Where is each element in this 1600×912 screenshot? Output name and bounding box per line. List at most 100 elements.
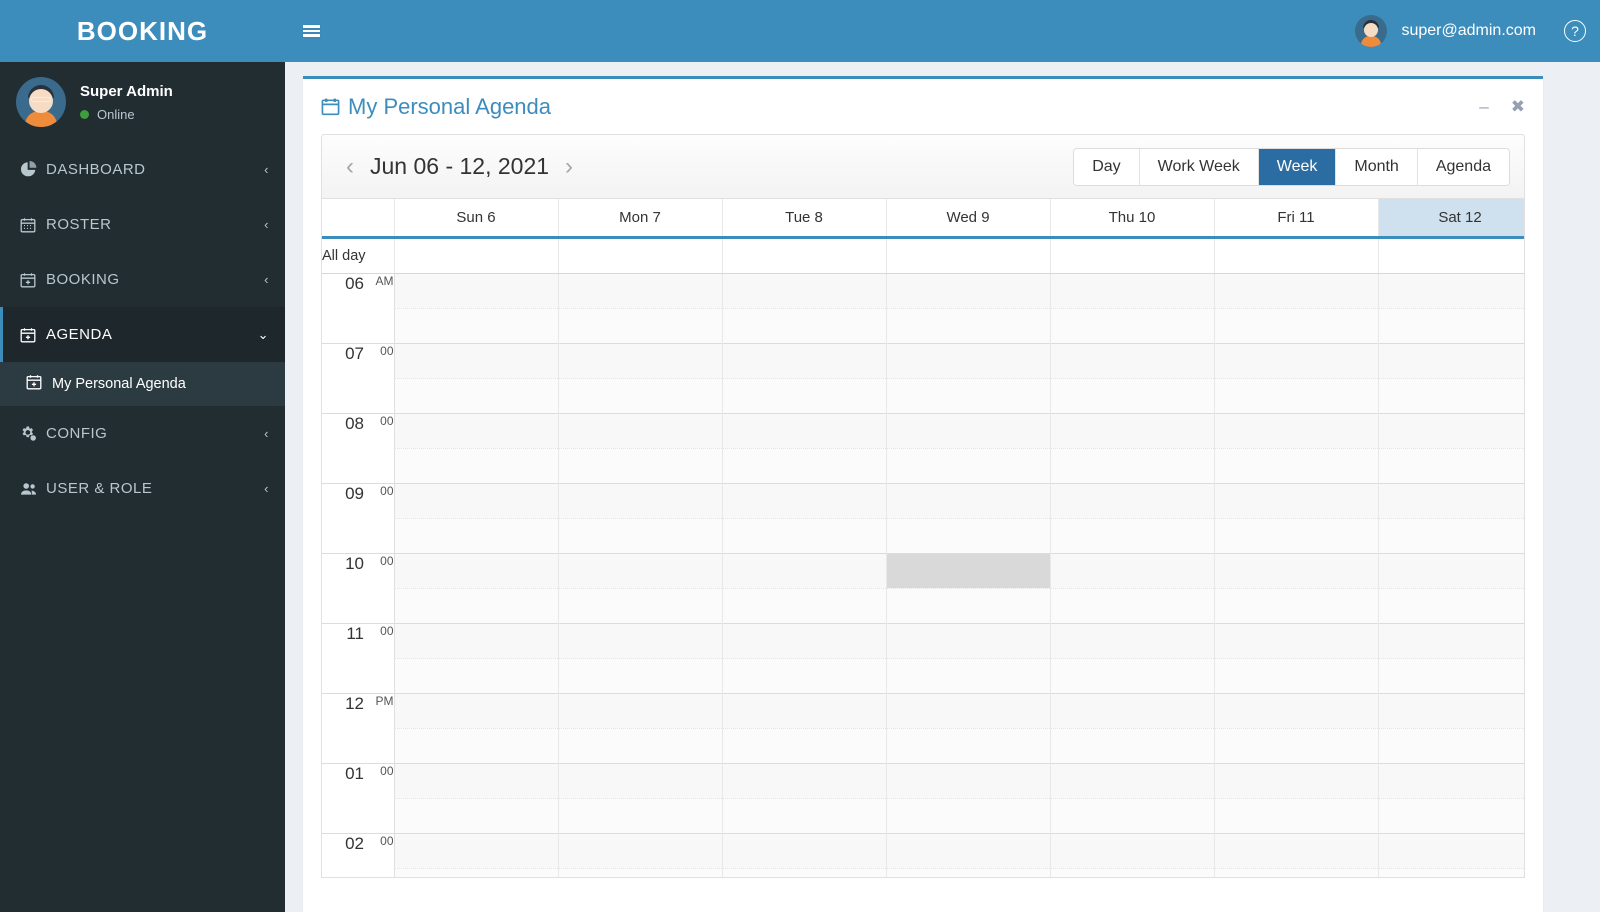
time-cell[interactable] xyxy=(886,342,1051,378)
time-cell[interactable] xyxy=(886,657,1051,693)
time-cell[interactable] xyxy=(558,272,723,308)
sidebar-item-user-role[interactable]: USER & ROLE ‹ xyxy=(0,461,285,516)
time-cell[interactable] xyxy=(886,587,1051,623)
time-cell[interactable] xyxy=(1214,342,1379,378)
view-button-agenda[interactable]: Agenda xyxy=(1417,148,1509,185)
time-cell[interactable] xyxy=(1214,832,1379,868)
sidebar-item-booking[interactable]: BOOKING ‹ xyxy=(0,252,285,307)
time-cell[interactable] xyxy=(394,867,559,877)
time-cell[interactable] xyxy=(1214,867,1379,877)
time-cell[interactable] xyxy=(1214,797,1379,833)
time-cell[interactable] xyxy=(1214,482,1379,518)
hamburger-menu-icon[interactable] xyxy=(285,0,337,62)
time-cell[interactable] xyxy=(394,447,559,483)
time-cell[interactable] xyxy=(1050,482,1215,518)
time-cell[interactable] xyxy=(394,587,559,623)
time-cell[interactable] xyxy=(558,797,723,833)
time-cell[interactable] xyxy=(1050,692,1215,728)
time-cell[interactable] xyxy=(722,342,887,378)
time-cell[interactable] xyxy=(886,832,1051,868)
time-cell[interactable] xyxy=(394,832,559,868)
time-cell[interactable] xyxy=(722,867,887,877)
sidebar-item-agenda[interactable]: AGENDA ⌄ xyxy=(0,307,285,362)
time-cell[interactable] xyxy=(886,412,1051,448)
time-cell[interactable] xyxy=(1050,272,1215,308)
time-cell[interactable] xyxy=(722,622,887,658)
time-cell[interactable] xyxy=(1378,657,1524,693)
all-day-cell[interactable] xyxy=(1050,237,1215,274)
time-cell[interactable] xyxy=(1050,622,1215,658)
time-cell[interactable] xyxy=(1214,587,1379,623)
next-period-button[interactable]: › xyxy=(555,154,583,179)
time-cell[interactable] xyxy=(1378,832,1524,868)
time-cell[interactable] xyxy=(1378,587,1524,623)
time-cell[interactable] xyxy=(722,832,887,868)
time-cell[interactable] xyxy=(558,657,723,693)
time-cell[interactable] xyxy=(558,412,723,448)
time-cell[interactable] xyxy=(1378,447,1524,483)
time-cell[interactable] xyxy=(1050,377,1215,413)
view-button-week[interactable]: Week xyxy=(1258,148,1337,185)
time-cell[interactable] xyxy=(1378,552,1524,588)
time-cell[interactable] xyxy=(394,377,559,413)
time-cell[interactable] xyxy=(394,552,559,588)
view-button-month[interactable]: Month xyxy=(1336,148,1418,185)
time-cell[interactable] xyxy=(886,797,1051,833)
time-cell[interactable] xyxy=(1214,377,1379,413)
close-button[interactable]: ✖ xyxy=(1511,98,1525,115)
all-day-cell[interactable] xyxy=(1214,237,1379,274)
time-cell[interactable] xyxy=(1378,727,1524,763)
minimize-button[interactable]: – xyxy=(1479,98,1488,115)
sidebar-item-roster[interactable]: ROSTER ‹ xyxy=(0,197,285,252)
time-cell[interactable] xyxy=(394,412,559,448)
time-cell[interactable] xyxy=(1378,412,1524,448)
time-cell[interactable] xyxy=(558,447,723,483)
time-cell[interactable] xyxy=(722,762,887,798)
time-cell[interactable] xyxy=(886,517,1051,553)
time-cell[interactable] xyxy=(1050,762,1215,798)
time-cell[interactable] xyxy=(886,692,1051,728)
time-cell[interactable] xyxy=(722,447,887,483)
day-header-fri[interactable]: Fri 11 xyxy=(1214,199,1379,239)
view-button-day[interactable]: Day xyxy=(1074,148,1140,185)
day-header-wed[interactable]: Wed 9 xyxy=(886,199,1051,239)
day-header-tue[interactable]: Tue 8 xyxy=(722,199,887,239)
time-cell[interactable] xyxy=(886,482,1051,518)
sidebar-item-config[interactable]: CONFIG ‹ xyxy=(0,406,285,461)
time-cell[interactable] xyxy=(1050,307,1215,343)
all-day-cell[interactable] xyxy=(1378,237,1524,274)
time-cell[interactable] xyxy=(722,412,887,448)
time-cell[interactable] xyxy=(1378,762,1524,798)
time-cell[interactable] xyxy=(1214,692,1379,728)
time-cell[interactable] xyxy=(886,377,1051,413)
time-cell[interactable] xyxy=(886,272,1051,308)
time-cell[interactable] xyxy=(558,307,723,343)
time-cell[interactable] xyxy=(1214,272,1379,308)
day-header-mon[interactable]: Mon 7 xyxy=(558,199,723,239)
time-cell[interactable] xyxy=(886,762,1051,798)
time-cell[interactable] xyxy=(1378,482,1524,518)
time-cell[interactable] xyxy=(1214,447,1379,483)
time-cell[interactable] xyxy=(394,517,559,553)
time-cell[interactable] xyxy=(886,447,1051,483)
time-cell[interactable] xyxy=(722,797,887,833)
time-cell[interactable] xyxy=(394,797,559,833)
time-cell[interactable] xyxy=(394,622,559,658)
time-cell[interactable] xyxy=(558,552,723,588)
all-day-cell[interactable] xyxy=(558,237,723,274)
time-cell[interactable] xyxy=(558,587,723,623)
time-cell[interactable] xyxy=(1050,867,1215,877)
day-header-sun[interactable]: Sun 6 xyxy=(394,199,559,239)
time-cell[interactable] xyxy=(1050,797,1215,833)
time-cell[interactable] xyxy=(1378,377,1524,413)
time-cell[interactable] xyxy=(1214,552,1379,588)
time-cell[interactable] xyxy=(722,727,887,763)
time-cell[interactable] xyxy=(1214,307,1379,343)
time-cell[interactable] xyxy=(1050,342,1215,378)
time-cell[interactable] xyxy=(1378,622,1524,658)
time-cell[interactable] xyxy=(394,342,559,378)
time-cell[interactable] xyxy=(722,272,887,308)
time-cell[interactable] xyxy=(394,272,559,308)
brand-logo[interactable]: BOOKING xyxy=(0,0,285,62)
time-cell[interactable] xyxy=(722,692,887,728)
